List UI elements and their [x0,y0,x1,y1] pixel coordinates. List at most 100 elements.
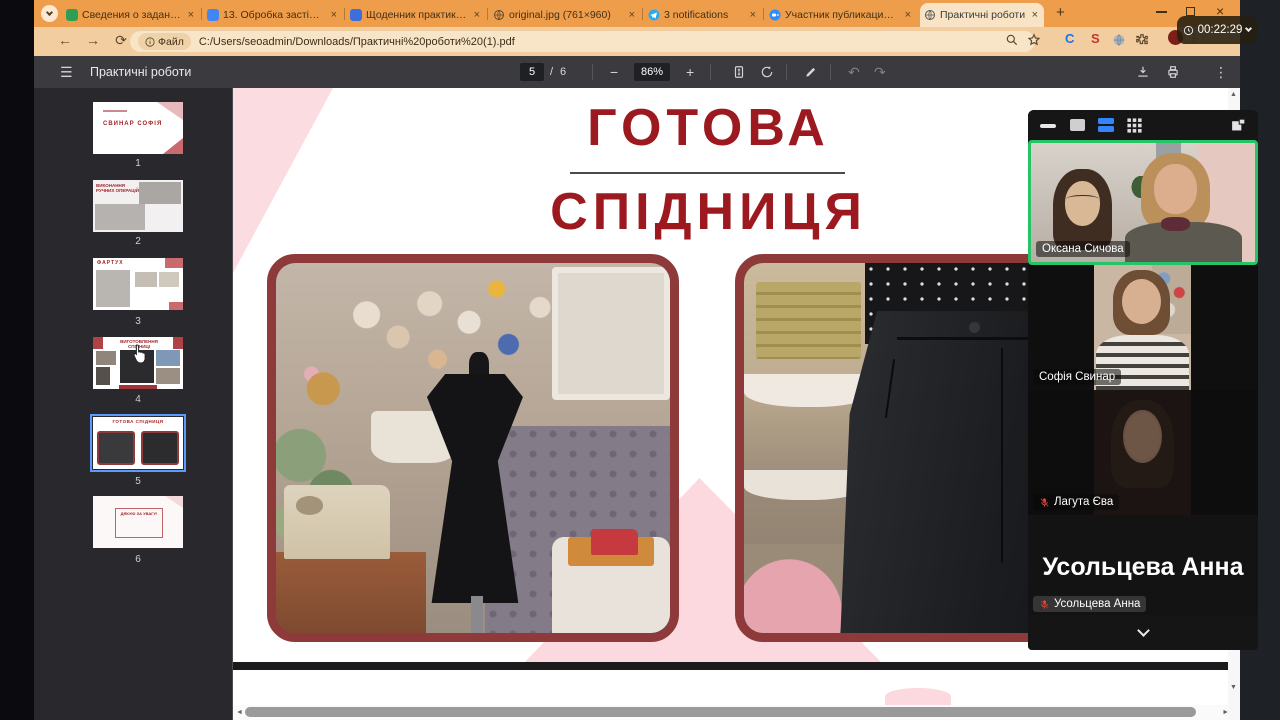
zoom-favicon [769,9,781,21]
grid-view-icon[interactable] [1126,117,1143,134]
tab-telegram[interactable]: 3 notifications × [644,5,762,25]
extension-globe-icon[interactable] [1112,33,1126,47]
redo-icon[interactable]: ↷ [874,64,886,80]
thumb-photo [95,204,145,230]
zoom-in-icon[interactable]: + [686,64,694,80]
page-total: 6 [560,66,566,78]
participant-video-oksana[interactable]: Оксана Сичова [1028,140,1258,265]
window-minimize-button[interactable] [1156,11,1167,13]
tab-assignment-info[interactable]: Сведения о задании × [62,5,200,25]
pip-collapse-icon[interactable] [1230,117,1247,134]
file-chip-label: Файл [158,36,184,48]
sewing-machine-knob [296,496,324,515]
participant-name: Лагута Єва [1054,496,1113,508]
mouse-cursor-hand [132,344,148,364]
window-restore-button[interactable] [1186,7,1195,16]
thumb-photo [159,272,179,287]
close-tab-icon[interactable]: × [186,9,196,21]
zoom-page-icon[interactable] [1005,33,1019,47]
tab-original-jpg[interactable]: original.jpg (761×960) × [489,5,641,25]
tab-search-button[interactable] [41,5,58,22]
thumbnail-page-2[interactable]: ВИКОНАННЯ РУЧНИХ ОПЕРАЦІЙ [93,180,183,232]
participant-video-usoltseva[interactable]: Усольцева Анна Усольцева Анна [1028,515,1258,615]
clock-widget[interactable]: 00:22:29 [1177,16,1257,44]
new-tab-button[interactable]: + [1056,4,1065,21]
gallery-bar [1098,118,1114,124]
participant-video-lahuta[interactable]: Лагута Єва [1028,390,1258,515]
toolbar-divider [830,64,831,80]
thumbnail-number: 2 [93,236,183,247]
tab-active-praktychni-roboty[interactable]: Практичні роботи × [920,3,1044,27]
thumbnail-page-3[interactable]: ФАРТУХ [93,258,183,310]
close-tab-icon[interactable]: × [627,9,637,21]
pink-bump-decor [885,688,951,705]
tab-practice-diary[interactable]: Щоденник практики МК-21 С × [346,5,486,25]
chevron-down-icon [46,9,53,16]
bookmark-star-icon[interactable] [1027,33,1041,47]
tab-zoom-meeting[interactable]: Участник публикации - Zoom × [765,5,917,25]
gallery-view-icon-active[interactable] [1098,118,1114,132]
rotate-icon[interactable] [760,65,774,79]
horizontal-scroll-thumb[interactable] [245,707,1196,717]
thumb-decor [119,385,157,389]
file-scheme-chip: Файл [138,33,191,50]
menu-hamburger-icon[interactable]: ☰ [60,64,73,80]
thumbnail-page-1[interactable]: СВИНАР СОФІЯ [93,102,183,154]
close-tab-icon[interactable]: × [748,9,758,21]
tab-title: 3 notifications [664,9,744,21]
scroll-down-icon[interactable]: ▼ [1230,684,1237,691]
participant-name-label: Оксана Сичова [1036,241,1130,257]
tab-title: 13. Обробка застібки, оброб [223,9,325,21]
horizontal-scrollbar[interactable]: ◄ ► [233,705,1232,720]
page-number-input[interactable]: 5 [520,63,544,81]
gallery-bar [1098,126,1114,132]
thumb-decor [173,337,183,349]
participant-name-label: Софія Свинар [1033,369,1121,385]
close-tab-icon[interactable]: × [472,9,482,21]
sewing-machine [284,485,390,559]
toolbar-divider [710,64,711,80]
globe-favicon [493,9,505,21]
extension-s-icon[interactable]: S [1091,31,1100,46]
desktop-left-strip [0,0,34,720]
page-separator [233,662,1232,670]
thumb-photo [96,367,110,385]
undo-icon[interactable]: ↶ [848,64,860,80]
annotate-pen-icon[interactable] [804,65,818,79]
tab-divider [642,8,643,20]
pdf-menu-kebab-icon[interactable]: ⋮ [1214,64,1228,80]
print-icon[interactable] [1166,65,1180,79]
participant-video-sofiia[interactable]: Софія Свинар [1028,265,1258,390]
minimize-videos-icon[interactable] [1040,124,1056,128]
participant-big-name: Усольцева Анна [1028,553,1258,582]
participant-name: Оксана Сичова [1042,243,1124,255]
thumbnail-number: 3 [93,316,183,327]
close-tab-icon[interactable]: × [1030,9,1040,21]
scroll-left-icon[interactable]: ◄ [236,709,243,716]
participant-name-label: Лагута Єва [1033,494,1119,510]
zoom-level-input[interactable]: 86% [634,63,670,81]
thumb-photo [156,350,180,366]
close-tab-icon[interactable]: × [329,9,339,21]
zoom-out-icon[interactable]: − [610,64,618,80]
thumb-decor [103,110,127,112]
tab-lesson-13[interactable]: 13. Обробка застібки, оброб × [203,5,343,25]
reload-icon[interactable]: ⟳ [112,32,130,49]
speaker-view-icon[interactable] [1070,119,1085,131]
thumbnail-page-6[interactable]: ДЯКУЮ ЗА УВАГУ! [93,496,183,548]
thumb-decor [165,496,183,508]
extension-c-icon[interactable]: C [1065,31,1074,46]
zoom-panel-toolbar [1028,110,1258,140]
pink-fabric [744,544,857,633]
forward-icon[interactable]: → [84,32,102,48]
scroll-up-icon[interactable]: ▲ [1230,91,1237,98]
extensions-puzzle-icon[interactable] [1135,33,1149,47]
fit-page-icon[interactable] [732,65,746,79]
download-icon[interactable] [1136,65,1150,79]
close-tab-icon[interactable]: × [903,9,913,21]
more-participants-button[interactable] [1028,615,1258,650]
thumbnail-page-5-selected[interactable]: ГОТОВА СПІДНИЦЯ [93,417,183,469]
docs-favicon [350,9,362,21]
address-bar[interactable]: Файл C:/Users/seoadmin/Downloads/Практич… [130,31,1035,52]
back-icon[interactable]: ← [56,32,74,48]
